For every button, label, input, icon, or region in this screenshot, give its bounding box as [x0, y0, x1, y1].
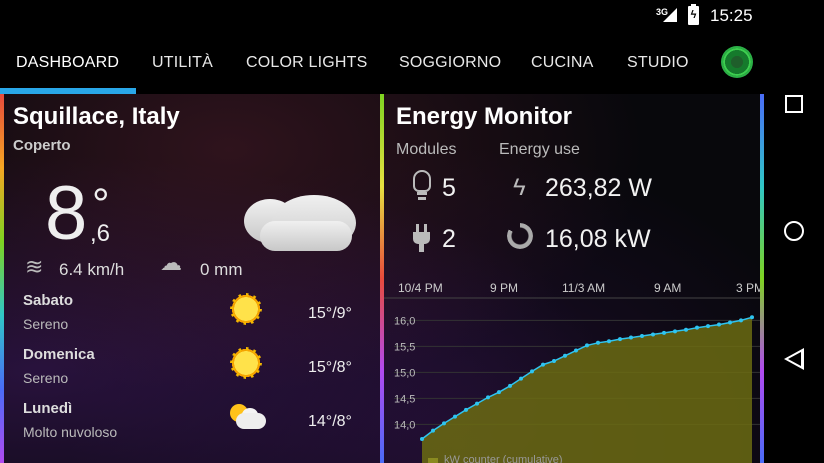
battery-charging-icon: ϟ: [688, 4, 699, 25]
tab-dashboard[interactable]: DASHBOARD: [16, 54, 119, 72]
y-axis-ticks: 14,0 14,5 15,0 15,5 16,0: [394, 315, 415, 431]
data-point: [695, 325, 699, 330]
data-point: [530, 369, 534, 374]
data-point: [618, 337, 622, 342]
signal-icon: [663, 8, 677, 22]
navigation-bar: [764, 0, 824, 463]
data-point: [739, 318, 743, 323]
data-point: [541, 362, 545, 367]
forecast-temps: 15°/8°: [308, 359, 352, 376]
tab-bar: DASHBOARD UTILITÀ COLOR LIGHTS SOGGIORNO…: [0, 32, 764, 94]
legend-swatch: [428, 458, 438, 463]
status-bar: 3G ϟ 15:25: [0, 0, 824, 32]
data-point: [563, 353, 567, 358]
chart-area: [422, 317, 752, 463]
x-tick-label: 9 PM: [490, 281, 518, 295]
partly-cloudy-icon: [226, 404, 268, 432]
data-point: [728, 320, 732, 325]
current-power: 263,82 W: [545, 174, 653, 202]
x-tick-label: 10/4 PM: [398, 281, 443, 295]
gauge-icon: [507, 223, 533, 249]
temperature-integer: 8: [45, 171, 88, 256]
data-point: [673, 329, 677, 334]
forecast-condition: Sereno: [23, 370, 69, 386]
modules-on-count: 5: [442, 174, 456, 202]
tab-studio[interactable]: STUDIO: [627, 54, 689, 72]
data-point: [453, 414, 457, 419]
data-point: [431, 428, 435, 433]
legend-label: kW counter (cumulative): [444, 454, 563, 463]
wind-icon: ≋: [25, 254, 44, 279]
x-tick-label: 11/3 AM: [562, 281, 605, 295]
data-point: [640, 334, 644, 338]
data-point: [552, 358, 556, 363]
energy-title: Energy Monitor: [396, 103, 573, 130]
decorative-edge: [0, 94, 4, 463]
cloud-icon: [242, 189, 358, 253]
data-point: [607, 339, 611, 344]
rain-icon: ☁: [160, 250, 182, 275]
decorative-edge: [760, 94, 764, 463]
sun-icon: [230, 347, 262, 379]
data-point: [519, 376, 523, 381]
modules-plugged-count: 2: [442, 225, 456, 253]
y-tick-label: 15,0: [394, 367, 415, 379]
data-point: [442, 421, 446, 426]
y-tick-label: 15,5: [394, 341, 415, 353]
data-point: [596, 340, 600, 345]
sun-icon: [230, 293, 262, 325]
back-icon[interactable]: [784, 348, 804, 370]
data-point: [464, 407, 468, 412]
data-point: [629, 335, 633, 340]
tab-cucina[interactable]: CUCINA: [531, 54, 594, 72]
forecast-condition: Sereno: [23, 316, 69, 332]
forecast-day: Sabato: [23, 292, 74, 309]
data-point: [508, 383, 512, 388]
clock: 15:25: [710, 6, 753, 25]
data-point: [497, 390, 501, 395]
data-point: [684, 327, 688, 332]
data-point: [420, 436, 424, 441]
dashboard-content: Squillace, Italy Coperto 8 ° ,6 ≋ 6.4 km…: [0, 94, 764, 463]
weather-condition: Coperto: [13, 137, 71, 154]
x-tick-label: 9 AM: [654, 281, 681, 295]
temperature-decimal: ,6: [90, 220, 111, 247]
light-bulb-icon: [413, 170, 431, 202]
data-point: [574, 348, 578, 353]
data-point: [486, 395, 490, 400]
plug-icon: [413, 224, 431, 252]
tab-color-lights[interactable]: COLOR LIGHTS: [246, 54, 368, 72]
y-tick-label: 16,0: [394, 315, 415, 327]
x-tick-label: 3 PM: [736, 281, 760, 295]
status-indicator-icon[interactable]: [723, 48, 751, 76]
forecast-temps: 14°/8°: [308, 413, 352, 430]
weather-city: Squillace, Italy: [13, 103, 180, 130]
data-point: [750, 315, 754, 320]
data-point: [651, 332, 655, 337]
data-point: [717, 322, 721, 327]
y-tick-label: 14,0: [394, 419, 415, 431]
recent-apps-icon[interactable]: [785, 95, 803, 113]
forecast-day: Domenica: [23, 346, 95, 363]
energy-use-header: Energy use: [499, 141, 580, 158]
modules-header: Modules: [396, 141, 457, 158]
data-point: [475, 401, 479, 406]
home-icon[interactable]: [784, 221, 804, 241]
forecast-day: Lunedì: [23, 400, 73, 417]
data-point: [662, 330, 666, 335]
tab-utilita[interactable]: UTILITÀ: [152, 54, 213, 72]
tab-soggiorno[interactable]: SOGGIORNO: [399, 54, 501, 72]
x-axis-ticks: 10/4 PM 9 PM 11/3 AM 9 AM 3 PM: [398, 281, 760, 295]
forecast-condition: Molto nuvoloso: [23, 424, 118, 440]
lightning-icon: ϟ: [513, 174, 526, 201]
forecast-temps: 15°/9°: [308, 305, 352, 322]
y-tick-label: 14,5: [394, 393, 415, 405]
data-point: [585, 343, 589, 348]
total-energy: 16,08 kW: [545, 225, 651, 253]
rain-amount: 0 mm: [200, 260, 243, 279]
data-point: [706, 324, 710, 329]
wind-speed: 6.4 km/h: [59, 260, 125, 279]
energy-chart[interactable]: 10/4 PM 9 PM 11/3 AM 9 AM 3 PM 14,014,515,01…: [384, 280, 760, 463]
